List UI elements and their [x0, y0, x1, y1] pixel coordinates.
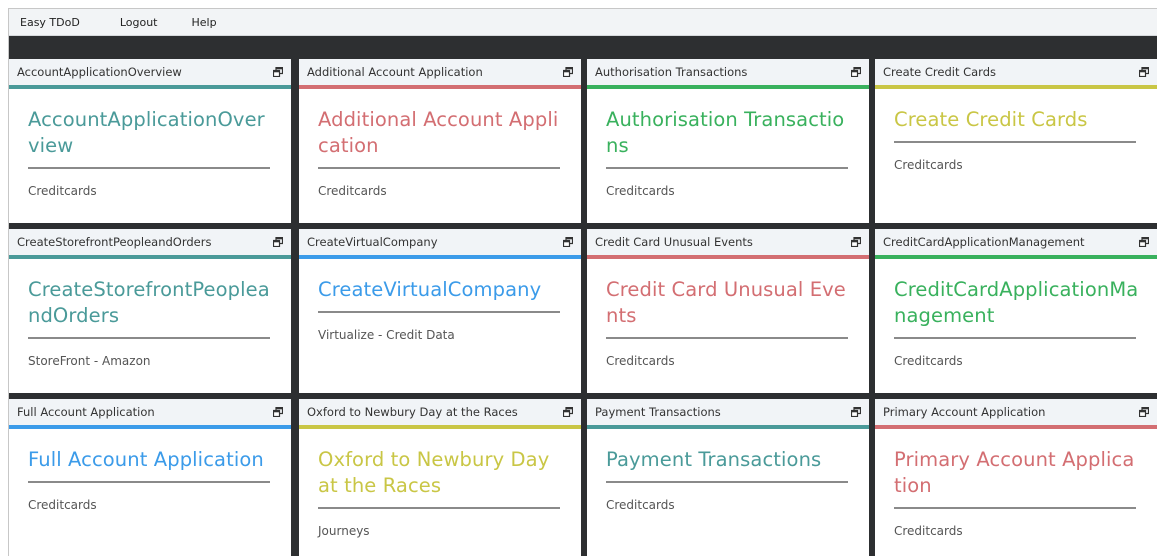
tile-subtitle: Creditcards — [606, 498, 675, 512]
tile[interactable]: Payment Transactions Payment Transactions… — [587, 399, 869, 556]
tile-divider — [894, 141, 1136, 143]
tile-header-label: Payment Transactions — [595, 405, 721, 419]
tile-header-label: CreditCardApplicationManagement — [883, 235, 1085, 249]
tile-divider — [318, 311, 560, 313]
tile-header-label: AccountApplicationOverview — [17, 65, 182, 79]
tile[interactable]: Authorisation Transactions Authorisation … — [587, 59, 869, 223]
tile-divider — [28, 481, 270, 483]
popout-window-icon[interactable] — [273, 237, 283, 247]
tile-title[interactable]: AccountApplicationOverview — [28, 107, 276, 159]
popout-window-icon[interactable] — [851, 237, 861, 247]
tile[interactable]: Full Account Application Full Account App… — [9, 399, 291, 556]
tile-header: CreateVirtualCompany — [299, 229, 581, 259]
tile-header-label: Authorisation Transactions — [595, 65, 748, 79]
tile-subtitle: Journeys — [318, 524, 370, 538]
tile-header: Additional Account Application — [299, 59, 581, 89]
popout-window-icon[interactable] — [273, 67, 283, 77]
tile-header: CreateStorefrontPeopleandOrders — [9, 229, 291, 259]
tile-divider — [894, 507, 1136, 509]
tile-header: Create Credit Cards — [875, 59, 1157, 89]
tile-title[interactable]: Credit Card Unusual Events — [606, 277, 854, 329]
tile-title[interactable]: Additional Account Application — [318, 107, 566, 159]
tile-title[interactable]: Authorisation Transactions — [606, 107, 854, 159]
tile-header: Primary Account Application — [875, 399, 1157, 429]
menu-item-help[interactable]: Help — [192, 16, 217, 29]
tile-divider — [894, 337, 1136, 339]
tile-divider — [606, 481, 848, 483]
popout-window-icon[interactable] — [1139, 237, 1149, 247]
tile-divider — [28, 167, 270, 169]
tile-title[interactable]: Payment Transactions — [606, 447, 854, 473]
tile-title[interactable]: Create Credit Cards — [894, 107, 1142, 133]
tile-header-label: Create Credit Cards — [883, 65, 997, 79]
tile-title[interactable]: CreateVirtualCompany — [318, 277, 566, 303]
tile-divider — [318, 167, 560, 169]
tile-header-label: Additional Account Application — [307, 65, 483, 79]
popout-window-icon[interactable] — [1139, 67, 1149, 77]
tile[interactable]: Additional Account Application Additional… — [299, 59, 581, 223]
tile[interactable]: CreditCardApplicationManagement CreditCar… — [875, 229, 1157, 393]
tile[interactable]: Create Credit Cards Create Credit Cards Cr… — [875, 59, 1157, 223]
tile[interactable]: CreateStorefrontPeopleandOrders CreateSto… — [9, 229, 291, 393]
tile-subtitle: Creditcards — [28, 498, 97, 512]
tile-header: Full Account Application — [9, 399, 291, 429]
tile-divider — [28, 337, 270, 339]
tile-header-label: Credit Card Unusual Events — [595, 235, 753, 249]
tile-subtitle: Creditcards — [606, 184, 675, 198]
tile-title[interactable]: Oxford to Newbury Day at the Races — [318, 447, 566, 499]
popout-window-icon[interactable] — [563, 407, 573, 417]
tile[interactable]: CreateVirtualCompany CreateVirtualCompany… — [299, 229, 581, 393]
tile-divider — [606, 167, 848, 169]
tile-title[interactable]: CreateStorefrontPeopleandOrders — [28, 277, 276, 329]
menu-item-easy-tdod[interactable]: Easy TDoD — [20, 16, 80, 29]
tile-header-label: Oxford to Newbury Day at the Races — [307, 405, 518, 419]
app-frame: Easy TDoD Logout Help AccountApplication… — [8, 8, 1157, 556]
tile-subtitle: Creditcards — [606, 354, 675, 368]
tile-subtitle: StoreFront - Amazon — [28, 354, 151, 368]
tile-header-label: CreateStorefrontPeopleandOrders — [17, 235, 212, 249]
tile-header: Payment Transactions — [587, 399, 869, 429]
popout-window-icon[interactable] — [563, 67, 573, 77]
tile-divider — [606, 337, 848, 339]
tile-title[interactable]: CreditCardApplicationManagement — [894, 277, 1142, 329]
menu-item-logout[interactable]: Logout — [120, 16, 158, 29]
tile-header-label: Full Account Application — [17, 405, 155, 419]
tile-header-label: CreateVirtualCompany — [307, 235, 438, 249]
tile-title[interactable]: Primary Account Application — [894, 447, 1142, 499]
tile-grid: AccountApplicationOverview AccountApplica… — [9, 59, 1157, 556]
tile-subtitle: Virtualize - Credit Data — [318, 328, 455, 342]
popout-window-icon[interactable] — [851, 407, 861, 417]
popout-window-icon[interactable] — [273, 407, 283, 417]
tile-header-label: Primary Account Application — [883, 405, 1046, 419]
popout-window-icon[interactable] — [563, 237, 573, 247]
tile-header: AccountApplicationOverview — [9, 59, 291, 89]
tile-subtitle: Creditcards — [894, 354, 963, 368]
tile-header: Authorisation Transactions — [587, 59, 869, 89]
tile-header: Oxford to Newbury Day at the Races — [299, 399, 581, 429]
tile[interactable]: Credit Card Unusual Events Credit Card Un… — [587, 229, 869, 393]
tile-subtitle: Creditcards — [894, 524, 963, 538]
tile-subtitle: Creditcards — [894, 158, 963, 172]
tile[interactable]: Oxford to Newbury Day at the Races Oxford… — [299, 399, 581, 556]
tile-title[interactable]: Full Account Application — [28, 447, 276, 473]
popout-window-icon[interactable] — [1139, 407, 1149, 417]
tile-divider — [318, 507, 560, 509]
tile[interactable]: Primary Account Application Primary Accou… — [875, 399, 1157, 556]
tile-header: CreditCardApplicationManagement — [875, 229, 1157, 259]
popout-window-icon[interactable] — [851, 67, 861, 77]
tile-subtitle: Creditcards — [318, 184, 387, 198]
tile-header: Credit Card Unusual Events — [587, 229, 869, 259]
menu-bar: Easy TDoD Logout Help — [9, 9, 1157, 36]
tile-subtitle: Creditcards — [28, 184, 97, 198]
tile[interactable]: AccountApplicationOverview AccountApplica… — [9, 59, 291, 223]
